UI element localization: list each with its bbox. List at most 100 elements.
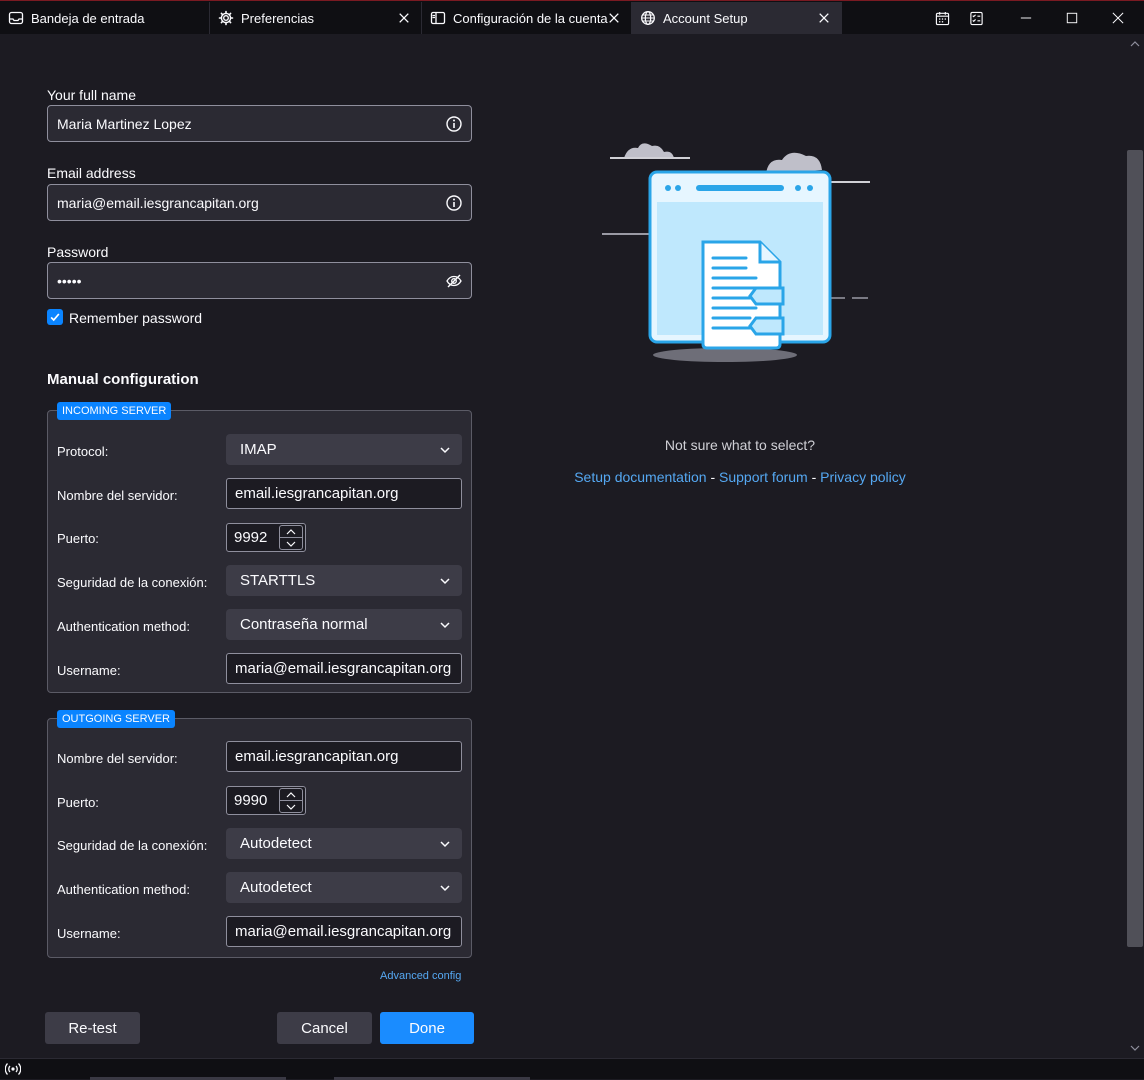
tab-bar: Bandeja de entrada Preferencias Configur… bbox=[0, 0, 1144, 34]
manual-config-title: Manual configuration bbox=[47, 371, 199, 388]
incoming-auth-label: Authentication method: bbox=[57, 619, 190, 634]
chevron-down-icon bbox=[440, 578, 450, 585]
password-label: Password bbox=[47, 244, 109, 260]
eye-slash-icon[interactable] bbox=[445, 272, 463, 290]
help-question: Not sure what to select? bbox=[664, 437, 816, 453]
close-icon[interactable] bbox=[397, 11, 411, 25]
tab-label: Account Setup bbox=[663, 10, 748, 26]
tab-account-setup[interactable]: Account Setup bbox=[632, 2, 842, 34]
outgoing-security-value: Autodetect bbox=[240, 835, 312, 852]
help-links: Setup documentation - Support forum - Pr… bbox=[566, 469, 914, 485]
online-status-icon[interactable] bbox=[5, 1062, 21, 1076]
outgoing-port-value: 9990 bbox=[234, 792, 268, 809]
remember-password-checkbox[interactable] bbox=[47, 309, 63, 325]
tab-preferences[interactable]: Preferencias bbox=[210, 2, 422, 34]
info-icon[interactable] bbox=[445, 194, 463, 212]
cancel-button[interactable]: Cancel bbox=[277, 1012, 372, 1044]
incoming-port-input[interactable]: 9992 bbox=[226, 523, 306, 552]
scrollbar[interactable] bbox=[1126, 34, 1144, 1058]
tab-label: Configuración de la cuenta bbox=[453, 10, 608, 26]
window-dot bbox=[675, 185, 681, 191]
info-icon[interactable] bbox=[445, 115, 463, 133]
port-stepper[interactable] bbox=[279, 788, 303, 813]
protocol-select[interactable]: IMAP bbox=[226, 434, 462, 465]
outgoing-port-input[interactable]: 9990 bbox=[226, 786, 306, 815]
outgoing-port-label: Puerto: bbox=[57, 795, 99, 810]
incoming-server-name-label: Nombre del servidor: bbox=[57, 488, 178, 503]
done-button[interactable]: Done bbox=[380, 1012, 474, 1044]
email-label: Email address bbox=[47, 165, 136, 181]
incoming-username-label: Username: bbox=[57, 663, 121, 678]
outgoing-server-box: OUTGOING SERVER Nombre del servidor: ema… bbox=[47, 710, 472, 958]
inbox-icon bbox=[8, 11, 24, 25]
remember-password-label[interactable]: Remember password bbox=[69, 310, 202, 326]
outgoing-username-input[interactable]: maria@email.iesgrancapitan.org bbox=[226, 916, 462, 947]
support-forum-link[interactable]: Support forum bbox=[719, 469, 808, 485]
outgoing-auth-select[interactable]: Autodetect bbox=[226, 872, 462, 903]
shadow-shape bbox=[653, 348, 797, 362]
stepper-up-icon[interactable] bbox=[280, 526, 302, 538]
email-value: maria@email.iesgrancapitan.org bbox=[57, 194, 259, 211]
incoming-auth-value: Contraseña normal bbox=[240, 616, 368, 633]
minimize-icon[interactable] bbox=[1013, 5, 1039, 31]
link-separator: - bbox=[710, 469, 716, 485]
tab-label: Preferencias bbox=[241, 10, 314, 26]
scrollbar-thumb[interactable] bbox=[1127, 150, 1143, 947]
full-name-value: Maria Martinez Lopez bbox=[57, 115, 192, 132]
retest-button[interactable]: Re-test bbox=[45, 1012, 140, 1044]
incoming-security-select[interactable]: STARTTLS bbox=[226, 565, 462, 596]
stepper-down-icon[interactable] bbox=[280, 538, 302, 550]
incoming-server-badge: INCOMING SERVER bbox=[57, 402, 172, 420]
close-window-icon[interactable] bbox=[1105, 5, 1131, 31]
setup-documentation-link[interactable]: Setup documentation bbox=[574, 469, 706, 485]
incoming-security-label: Seguridad de la conexión: bbox=[57, 575, 208, 590]
globe-icon bbox=[641, 11, 655, 25]
window-dot bbox=[665, 185, 671, 191]
outgoing-server-name-value: email.iesgrancapitan.org bbox=[235, 748, 399, 765]
password-field[interactable]: ••••• bbox=[47, 262, 472, 299]
tab-account-settings[interactable]: Configuración de la cuenta bbox=[422, 2, 632, 34]
port-stepper[interactable] bbox=[279, 525, 303, 550]
outgoing-security-label: Seguridad de la conexión: bbox=[57, 838, 208, 853]
incoming-server-name-input[interactable]: email.iesgrancapitan.org bbox=[226, 478, 462, 509]
tab-label: Bandeja de entrada bbox=[31, 10, 145, 26]
privacy-policy-link[interactable]: Privacy policy bbox=[820, 469, 906, 485]
email-field[interactable]: maria@email.iesgrancapitan.org bbox=[47, 184, 472, 221]
document-tab bbox=[748, 286, 785, 306]
account-setup-illustration bbox=[602, 143, 870, 362]
stepper-up-icon[interactable] bbox=[280, 789, 302, 801]
outgoing-username-label: Username: bbox=[57, 926, 121, 941]
incoming-auth-select[interactable]: Contraseña normal bbox=[226, 609, 462, 640]
full-name-input[interactable]: Maria Martinez Lopez bbox=[47, 105, 472, 142]
scroll-up-icon[interactable] bbox=[1129, 38, 1141, 50]
stepper-down-icon[interactable] bbox=[280, 801, 302, 813]
tab-inbox[interactable]: Bandeja de entrada bbox=[0, 2, 210, 34]
link-separator: - bbox=[811, 469, 817, 485]
tasks-icon[interactable] bbox=[963, 5, 989, 31]
chevron-down-icon bbox=[440, 622, 450, 629]
protocol-value: IMAP bbox=[240, 441, 277, 458]
cloud-shape bbox=[624, 143, 674, 158]
advanced-config-link[interactable]: Advanced config bbox=[380, 970, 461, 982]
scroll-down-icon[interactable] bbox=[1129, 1042, 1141, 1054]
calendar-icon[interactable] bbox=[929, 5, 955, 31]
document-tab bbox=[748, 316, 785, 336]
protocol-label: Protocol: bbox=[57, 444, 109, 459]
close-icon[interactable] bbox=[817, 11, 831, 25]
outgoing-auth-value: Autodetect bbox=[240, 879, 312, 896]
incoming-server-box: INCOMING SERVER Protocol: IMAP Nombre de… bbox=[47, 402, 472, 693]
checkmark-icon bbox=[50, 313, 60, 322]
account-settings-icon bbox=[430, 11, 446, 25]
gear-icon bbox=[218, 10, 234, 26]
outgoing-server-name-label: Nombre del servidor: bbox=[57, 751, 178, 766]
incoming-server-name-value: email.iesgrancapitan.org bbox=[235, 485, 399, 502]
outgoing-server-badge: OUTGOING SERVER bbox=[57, 710, 175, 728]
maximize-icon[interactable] bbox=[1059, 5, 1085, 31]
outgoing-security-select[interactable]: Autodetect bbox=[226, 828, 462, 859]
outgoing-server-name-input[interactable]: email.iesgrancapitan.org bbox=[226, 741, 462, 772]
incoming-port-value: 9992 bbox=[234, 529, 268, 546]
full-name-label: Your full name bbox=[47, 87, 136, 103]
close-icon[interactable] bbox=[607, 11, 621, 25]
outgoing-auth-label: Authentication method: bbox=[57, 882, 190, 897]
incoming-username-input[interactable]: maria@email.iesgrancapitan.org bbox=[226, 653, 462, 684]
